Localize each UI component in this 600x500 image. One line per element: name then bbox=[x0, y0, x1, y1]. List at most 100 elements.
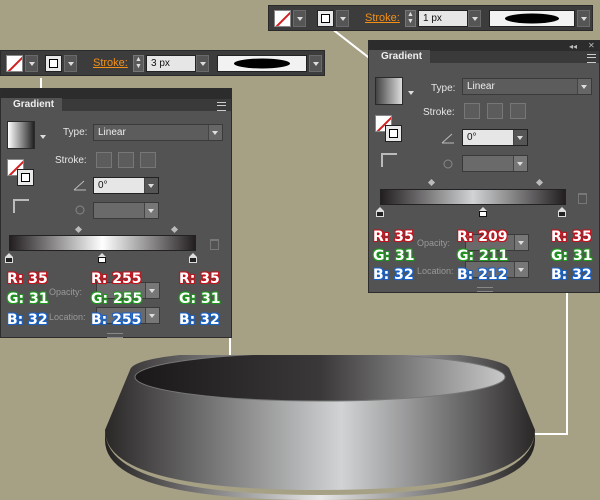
stroke-across-button[interactable] bbox=[510, 103, 526, 119]
fill-dropdown-arrow[interactable] bbox=[25, 55, 38, 72]
panel-resize-grip[interactable] bbox=[107, 333, 123, 338]
stroke-within-button[interactable] bbox=[96, 152, 112, 168]
stroke-weight-spinner[interactable]: ▲ ▼ bbox=[405, 10, 416, 27]
close-icon[interactable]: ✕ bbox=[588, 41, 595, 50]
gradient-align-icon bbox=[13, 199, 29, 213]
midpoint-diamond-2[interactable] bbox=[170, 225, 179, 234]
opacity-label: Opacity: bbox=[49, 287, 83, 297]
midpoint-diamond-2[interactable] bbox=[535, 178, 544, 187]
gradient-stop[interactable] bbox=[479, 207, 487, 217]
gradient-preview-thumbnail[interactable] bbox=[7, 121, 35, 149]
panel-tab-bar: Gradient bbox=[1, 89, 231, 112]
angle-icon bbox=[441, 133, 454, 144]
stroke-label-link[interactable]: Stroke: bbox=[93, 57, 128, 69]
gradient-stop[interactable] bbox=[5, 253, 13, 263]
stroke-weight-spinner[interactable]: ▲ ▼ bbox=[133, 55, 144, 72]
gradient-stop[interactable] bbox=[558, 207, 566, 217]
gradient-panel-left: Gradient Type: Linear Stroke: 0° Opacity… bbox=[0, 88, 232, 338]
gradient-preset-arrow[interactable] bbox=[405, 85, 415, 102]
gradient-stop[interactable] bbox=[98, 253, 106, 263]
stroke-along-button[interactable] bbox=[487, 103, 503, 119]
stop3-b-value: B: 32 bbox=[551, 267, 592, 283]
aspect-ratio-field[interactable] bbox=[462, 155, 528, 172]
profile-dropdown-arrow[interactable] bbox=[309, 55, 322, 72]
stop1-r-value: R: 35 bbox=[373, 229, 414, 245]
midpoint-diamond-1[interactable] bbox=[74, 225, 83, 234]
stroke-weight-dropdown[interactable] bbox=[468, 10, 481, 27]
stop1-g-value: G: 31 bbox=[7, 291, 49, 307]
gradient-align-icon bbox=[381, 153, 397, 167]
panel-menu-icon[interactable] bbox=[217, 102, 226, 111]
control-bar-left: Stroke: ▲ ▼ 3 px bbox=[0, 50, 325, 76]
control-bar-right: Stroke: ▲ ▼ 1 px bbox=[268, 5, 593, 31]
stop3-r-value: R: 35 bbox=[551, 229, 592, 245]
delete-stop-icon[interactable] bbox=[578, 193, 587, 204]
ring-artwork bbox=[105, 355, 535, 500]
angle-icon bbox=[73, 180, 86, 191]
location-label: Location: bbox=[49, 312, 86, 322]
gradient-panel-right: Gradient ◂◂ ✕ Type: Linear Stroke: 0° Op… bbox=[368, 40, 600, 293]
stop3-r-value: R: 35 bbox=[179, 271, 220, 287]
type-select[interactable]: Linear bbox=[93, 124, 223, 141]
angle-field[interactable]: 0° bbox=[93, 177, 159, 194]
aspect-ratio-icon bbox=[75, 205, 85, 215]
tab-gradient[interactable]: Gradient bbox=[369, 50, 431, 64]
stroke-within-button[interactable] bbox=[464, 103, 480, 119]
opacity-label: Opacity: bbox=[417, 238, 451, 248]
stop3-g-value: G: 31 bbox=[179, 291, 221, 307]
panel-menu-icon[interactable] bbox=[587, 54, 596, 63]
stroke-weight-field[interactable]: 1 px bbox=[418, 10, 468, 27]
gradient-stop[interactable] bbox=[189, 253, 197, 263]
stroke-active-icon bbox=[385, 125, 402, 142]
gradient-slider[interactable] bbox=[9, 235, 196, 251]
stroke-label: Stroke: bbox=[423, 107, 455, 118]
stop2-b-value: B: 255 bbox=[91, 312, 142, 328]
stop1-b-value: B: 32 bbox=[7, 312, 48, 328]
fill-none-swatch[interactable] bbox=[6, 55, 23, 72]
stroke-weight-dropdown[interactable] bbox=[196, 55, 209, 72]
stroke-along-button[interactable] bbox=[118, 152, 134, 168]
collapse-icon[interactable]: ◂◂ bbox=[569, 42, 577, 51]
fill-dropdown-arrow[interactable] bbox=[293, 10, 306, 27]
width-profile-icon bbox=[234, 58, 290, 69]
stop3-b-value: B: 32 bbox=[179, 312, 220, 328]
stroke-across-button[interactable] bbox=[140, 152, 156, 168]
stroke-label-link[interactable]: Stroke: bbox=[365, 12, 400, 24]
angle-field[interactable]: 0° bbox=[462, 129, 528, 146]
fill-stroke-toggle[interactable] bbox=[375, 115, 403, 143]
fill-none-swatch[interactable] bbox=[274, 10, 291, 27]
stroke-active-icon bbox=[17, 169, 34, 186]
delete-stop-icon[interactable] bbox=[210, 239, 219, 250]
stroke-profile-select[interactable] bbox=[489, 10, 575, 27]
stop2-b-value: B: 212 bbox=[457, 267, 508, 283]
stop1-g-value: G: 31 bbox=[373, 248, 415, 264]
gradient-slider[interactable] bbox=[380, 189, 566, 205]
stop2-g-value: G: 211 bbox=[457, 248, 509, 264]
stroke-swatch-icon[interactable] bbox=[317, 10, 334, 27]
gradient-preview-thumbnail[interactable] bbox=[375, 77, 403, 105]
width-profile-icon bbox=[505, 13, 559, 24]
stroke-dropdown-arrow[interactable] bbox=[336, 10, 349, 27]
stop1-r-value: R: 35 bbox=[7, 271, 48, 287]
stroke-dropdown-arrow[interactable] bbox=[64, 55, 77, 72]
stroke-swatch-icon[interactable] bbox=[45, 55, 62, 72]
stroke-label: Stroke: bbox=[55, 155, 87, 166]
aspect-ratio-field[interactable] bbox=[93, 202, 159, 219]
midpoint-diamond-1[interactable] bbox=[427, 178, 436, 187]
type-select[interactable]: Linear bbox=[462, 78, 592, 95]
profile-dropdown-arrow[interactable] bbox=[577, 10, 590, 27]
tab-gradient[interactable]: Gradient bbox=[1, 98, 63, 112]
stroke-profile-select[interactable] bbox=[217, 55, 307, 72]
stop2-r-value: R: 255 bbox=[91, 271, 142, 287]
panel-resize-grip[interactable] bbox=[477, 287, 493, 292]
panel-tab-bar: Gradient ◂◂ ✕ bbox=[369, 41, 599, 64]
stop3-g-value: G: 31 bbox=[551, 248, 593, 264]
stroke-weight-field[interactable]: 3 px bbox=[146, 55, 196, 72]
gradient-stop[interactable] bbox=[376, 207, 384, 217]
aspect-ratio-icon bbox=[443, 159, 453, 169]
fill-stroke-toggle[interactable] bbox=[7, 159, 35, 187]
stop2-g-value: G: 255 bbox=[91, 291, 143, 307]
gradient-preset-arrow[interactable] bbox=[37, 129, 47, 146]
stop2-r-value: R: 209 bbox=[457, 229, 508, 245]
location-label: Location: bbox=[417, 266, 454, 276]
